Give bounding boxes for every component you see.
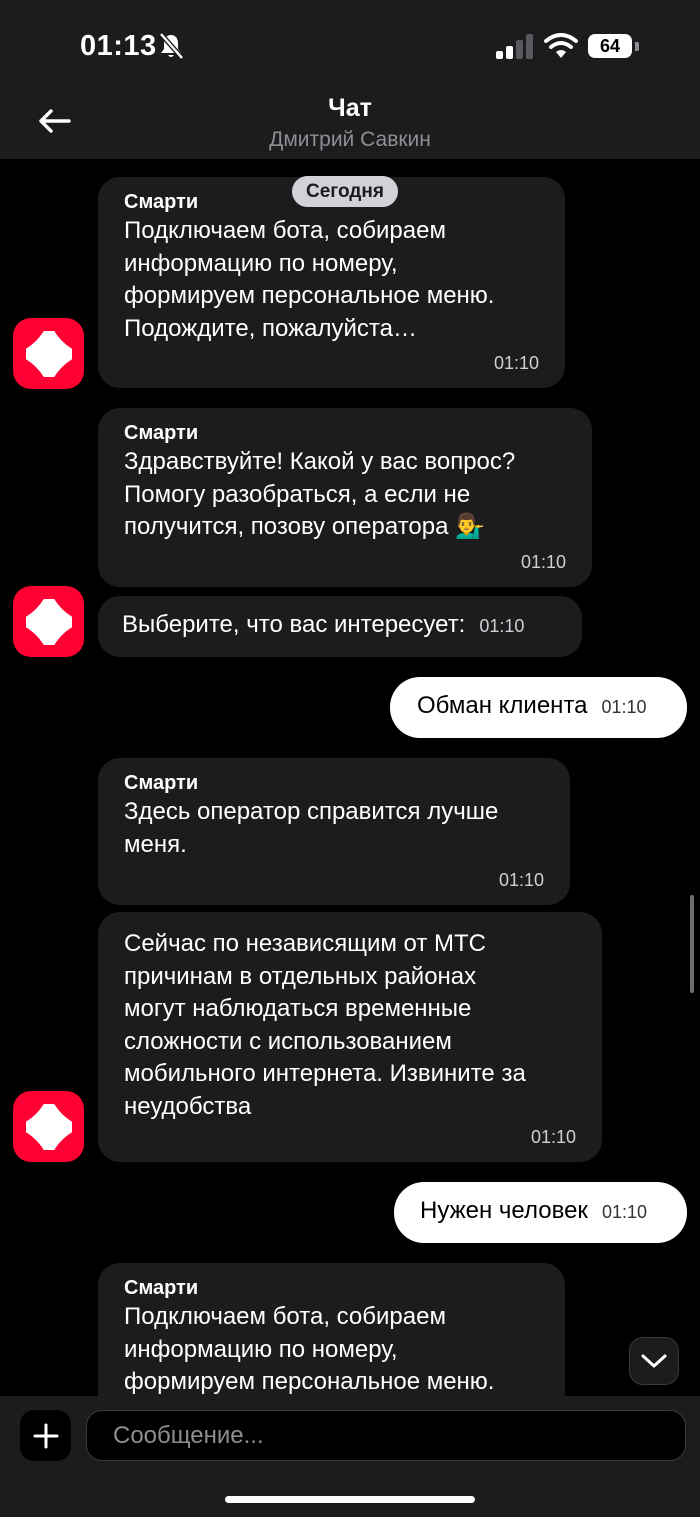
add-attachment-button[interactable] (20, 1410, 71, 1461)
bot-avatar-icon (25, 330, 72, 377)
wifi-icon (544, 33, 578, 58)
message-text: Здесь оператор справится лучше меня. (124, 798, 499, 858)
bot-avatar-icon (25, 598, 72, 645)
message-text: Обман клиента (417, 692, 588, 719)
bell-slash-icon (159, 32, 184, 60)
bot-message: Сейчас по независящим от МТС причинам в … (98, 912, 602, 1162)
message-time: 01:10 (530, 1127, 576, 1147)
bot-avatar (13, 586, 84, 657)
page-title: Чат (328, 94, 372, 122)
bot-avatar (13, 1091, 84, 1162)
chevron-down-icon (641, 1354, 667, 1368)
message-composer: Сообщение... (0, 1396, 700, 1517)
bot-message: Смарти Подключаем бота, собираем информа… (98, 177, 565, 388)
message-time: 01:10 (601, 697, 647, 717)
message-time: 01:10 (601, 1202, 647, 1222)
battery-tip (635, 42, 639, 51)
chat-header: Чат Дмитрий Савкин (0, 92, 700, 159)
date-separator: Сегодня (292, 176, 398, 207)
signal-icon (496, 34, 533, 59)
message-time: 01:10 (498, 870, 544, 890)
scrollbar[interactable] (690, 895, 694, 993)
plus-icon (33, 1423, 58, 1448)
message-time: 01:10 (520, 552, 566, 572)
message-text: Сейчас по независящим от МТС причинам в … (124, 930, 526, 1120)
bot-message: Смарти Подключаем бота, собираем информа… (98, 1263, 565, 1396)
sender-name: Смарти (124, 1277, 199, 1299)
status-time: 01:13 (80, 30, 157, 62)
message-text: Выберите, что вас интересует: (122, 611, 466, 638)
message-text: Здравствуйте! Какой у вас вопрос? Помогу… (124, 448, 516, 540)
bot-avatar (13, 318, 84, 389)
status-bar: 01:13 64 (0, 0, 700, 92)
home-indicator[interactable] (225, 1496, 475, 1503)
message-time: 01:10 (479, 616, 525, 636)
contact-name: Дмитрий Савкин (269, 128, 431, 151)
bot-avatar-icon (25, 1103, 72, 1150)
user-message: Нужен человек 01:10 (394, 1182, 687, 1243)
chat-messages[interactable]: Смарти Подключаем бота, собираем информа… (0, 159, 700, 1396)
sender-name: Смарти (124, 772, 199, 794)
message-text: Нужен человек (420, 1197, 588, 1224)
scroll-to-bottom-button[interactable] (629, 1337, 679, 1385)
bot-message: Выберите, что вас интересует: 01:10 (98, 596, 582, 657)
sender-name: Смарти (124, 422, 199, 444)
battery-level: 64 (588, 34, 632, 58)
message-text: Подключаем бота, собираем информацию по … (124, 217, 495, 342)
message-time: 01:10 (493, 353, 539, 373)
battery-icon: 64 (588, 34, 640, 60)
bot-message: Смарти Здесь оператор справится лучше ме… (98, 758, 570, 905)
message-text: Подключаем бота, собираем информацию по … (124, 1303, 495, 1395)
message-input[interactable]: Сообщение... (86, 1410, 686, 1461)
user-message: Обман клиента 01:10 (390, 677, 687, 738)
bot-message: Смарти Здравствуйте! Какой у вас вопрос?… (98, 408, 592, 587)
